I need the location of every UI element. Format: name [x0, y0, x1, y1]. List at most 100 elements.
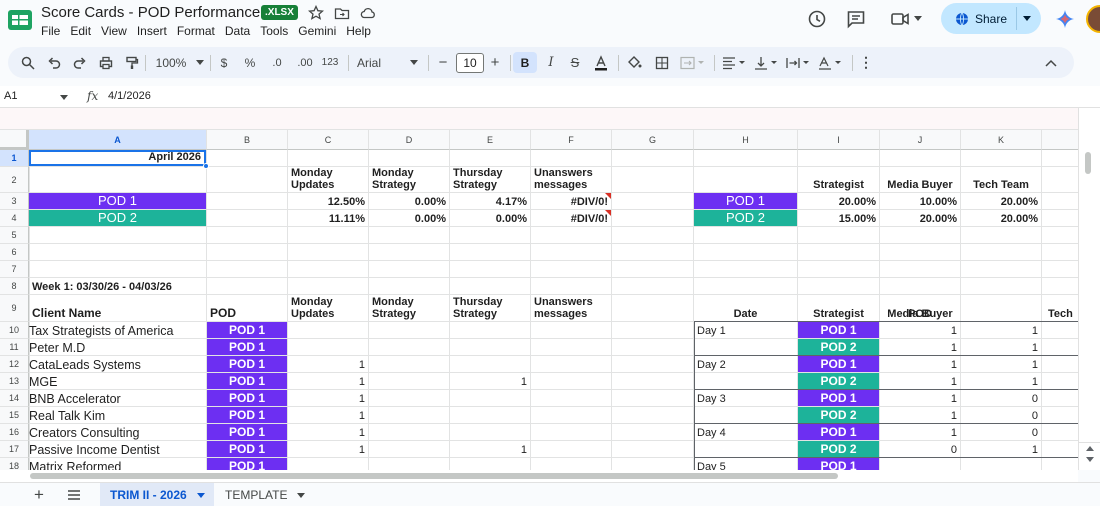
client-name[interactable]: BNB Accelerator: [29, 390, 206, 406]
select-all-corner[interactable]: [0, 130, 29, 150]
daily-strategist[interactable]: [880, 458, 960, 470]
row-header-2[interactable]: 2: [0, 167, 29, 193]
menu-data[interactable]: Data: [225, 24, 256, 38]
cell-a1-month[interactable]: April 2026: [29, 150, 206, 166]
percent-format-button[interactable]: %: [242, 47, 258, 78]
daily-day[interactable]: [694, 407, 797, 423]
print-icon[interactable]: [96, 47, 116, 78]
client-pod[interactable]: POD 1: [207, 458, 287, 470]
file-format-badge[interactable]: .XLSX: [261, 5, 298, 20]
comments-icon[interactable]: [845, 8, 867, 30]
meet-dropdown-icon[interactable]: [914, 16, 922, 22]
italic-button[interactable]: I: [542, 47, 560, 78]
avatar[interactable]: [1086, 5, 1100, 33]
role-header-0[interactable]: Strategist: [798, 167, 879, 192]
client-metric[interactable]: [369, 356, 449, 372]
client-metric[interactable]: 1: [450, 441, 530, 457]
daily-pod[interactable]: POD 2: [798, 339, 879, 355]
more-formats-button[interactable]: 123: [319, 47, 341, 78]
search-menus-icon[interactable]: [18, 47, 38, 78]
column-header-h[interactable]: H: [694, 130, 798, 150]
row-header-17[interactable]: 17: [0, 441, 29, 458]
client-metric[interactable]: [450, 390, 530, 406]
vertical-scrollbar[interactable]: [1078, 108, 1100, 470]
text-color-icon[interactable]: [592, 47, 610, 78]
bold-button[interactable]: B: [513, 52, 537, 73]
paint-format-icon[interactable]: [122, 47, 142, 78]
vertical-align-icon[interactable]: [752, 47, 780, 78]
client-name[interactable]: Creators Consulting: [29, 424, 206, 440]
daily-media-buyer[interactable]: 1: [961, 339, 1041, 355]
client-metric[interactable]: [369, 424, 449, 440]
daily-pod[interactable]: POD 1: [798, 322, 879, 338]
row-header-10[interactable]: 10: [0, 322, 29, 339]
client-pod[interactable]: POD 1: [207, 356, 287, 372]
client-metric[interactable]: [369, 407, 449, 423]
client-metric[interactable]: 1: [288, 390, 368, 406]
menu-tools[interactable]: Tools: [260, 24, 294, 38]
menu-file[interactable]: File: [41, 24, 66, 38]
daily-strategist[interactable]: 1: [880, 356, 960, 372]
daily-media-buyer[interactable]: 1: [961, 322, 1041, 338]
daily-header-media_buyer[interactable]: Media Buyer: [880, 295, 960, 321]
sheet-tab-template[interactable]: TEMPLATE: [225, 483, 306, 506]
column-header-b[interactable]: B: [207, 130, 288, 150]
daily-media-buyer[interactable]: 1: [961, 441, 1041, 457]
daily-day[interactable]: Day 2: [694, 356, 797, 372]
client-name[interactable]: Matrix Reformed: [29, 458, 206, 470]
zoom-select[interactable]: 100%: [148, 47, 194, 78]
daily-media-buyer[interactable]: 0: [961, 390, 1041, 406]
daily-day[interactable]: Day 3: [694, 390, 797, 406]
menu-gemini[interactable]: Gemini: [298, 24, 342, 38]
more-options-icon[interactable]: ⋮: [858, 47, 874, 78]
borders-icon[interactable]: [652, 47, 672, 78]
text-wrapping-icon[interactable]: [784, 47, 812, 78]
redo-icon[interactable]: [70, 47, 90, 78]
client-metric[interactable]: [369, 322, 449, 338]
summary-value[interactable]: 11.11%: [288, 210, 368, 226]
sheets-logo-icon[interactable]: [6, 6, 34, 34]
column-header-f[interactable]: F: [531, 130, 612, 150]
scroll-down-icon[interactable]: [1086, 457, 1094, 462]
client-metric[interactable]: [531, 390, 611, 406]
row-header-3[interactable]: 3: [0, 193, 29, 210]
cloud-status-icon[interactable]: [360, 5, 376, 21]
increase-decimal-button[interactable]: .00: [294, 47, 316, 78]
daily-strategist[interactable]: 1: [880, 407, 960, 423]
week-title[interactable]: Week 1: 03/30/26 - 04/03/26: [29, 278, 287, 294]
summary-value[interactable]: 4.17%: [450, 193, 530, 209]
daily-media-buyer[interactable]: 0: [961, 424, 1041, 440]
client-name[interactable]: Tax Strategists of America: [29, 322, 206, 338]
client-metric[interactable]: [288, 322, 368, 338]
row-header-16[interactable]: 16: [0, 424, 29, 441]
font-select[interactable]: Arial: [357, 47, 407, 78]
row-header-15[interactable]: 15: [0, 407, 29, 424]
column-header-g[interactable]: G: [612, 130, 694, 150]
client-metric[interactable]: [450, 424, 530, 440]
name-box[interactable]: A1: [4, 90, 17, 102]
scroll-up-icon[interactable]: [1086, 446, 1094, 451]
spreadsheet-grid[interactable]: A B C D E F G H I J K 1 2 3 4 5 6 7 8 9 10 11 12 13 14 15 16 17 18 Ap…: [0, 108, 1078, 470]
client-metric[interactable]: 1: [288, 407, 368, 423]
menu-help[interactable]: Help: [346, 24, 377, 38]
collapse-menu-icon[interactable]: [1042, 47, 1060, 78]
formula-input[interactable]: 4/1/2026: [108, 90, 151, 102]
client-metric[interactable]: [531, 441, 611, 457]
gemini-icon[interactable]: [1055, 9, 1075, 29]
client-metric[interactable]: 1: [288, 356, 368, 372]
zoom-dropdown-icon[interactable]: [196, 60, 204, 66]
column-header-j[interactable]: J: [880, 130, 961, 150]
row-header-6[interactable]: 6: [0, 244, 29, 261]
daily-day[interactable]: [694, 339, 797, 355]
daily-pod[interactable]: POD 2: [798, 441, 879, 457]
role-value[interactable]: 20.00%: [961, 210, 1041, 226]
meet-icon[interactable]: [889, 8, 911, 30]
role-value[interactable]: 20.00%: [880, 210, 960, 226]
daily-media-buyer[interactable]: [961, 458, 1041, 470]
all-sheets-icon[interactable]: [67, 490, 81, 500]
daily-pod[interactable]: POD 1: [798, 424, 879, 440]
client-metric[interactable]: [531, 424, 611, 440]
client-pod[interactable]: POD 1: [207, 390, 287, 406]
client-pod[interactable]: POD 1: [207, 322, 287, 338]
daily-media-buyer[interactable]: 1: [961, 373, 1041, 389]
